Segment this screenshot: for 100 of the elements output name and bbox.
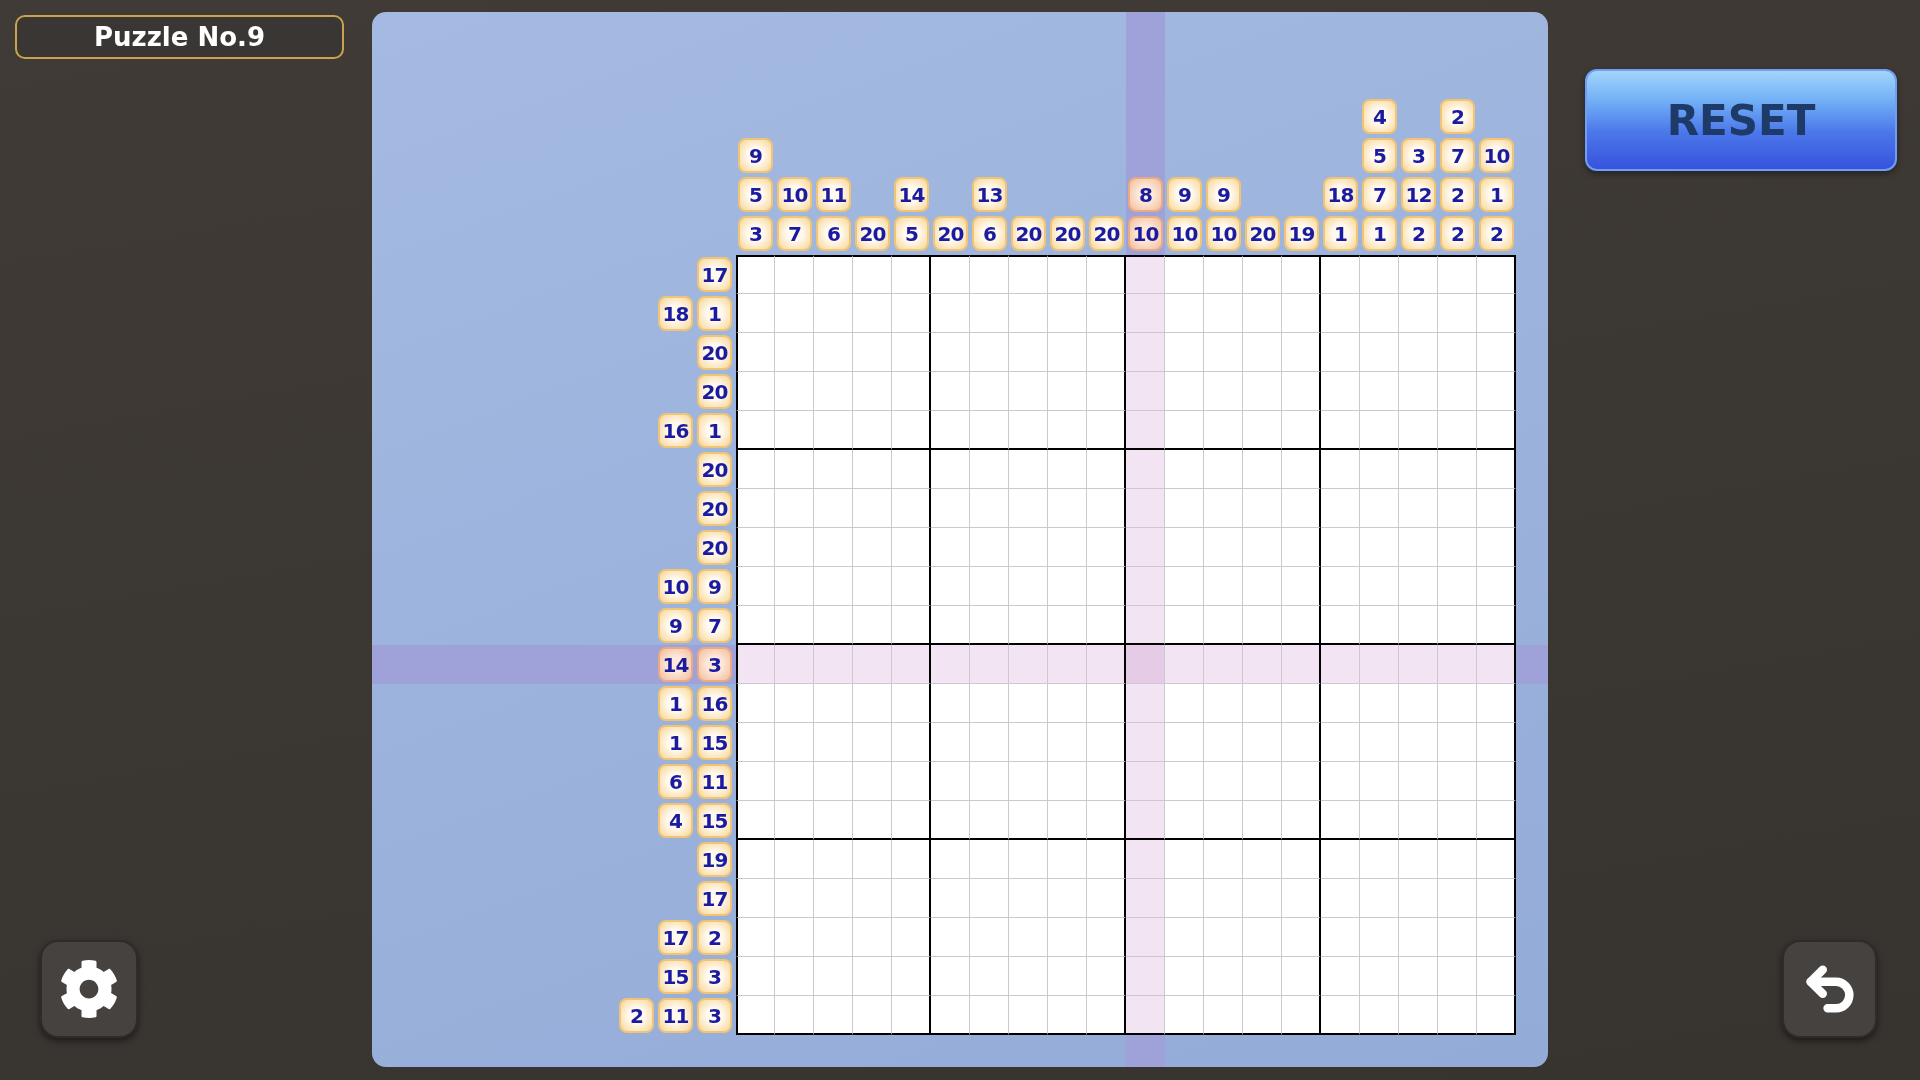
grid-cell[interactable] <box>1282 723 1321 762</box>
reset-button[interactable]: RESET <box>1585 69 1897 171</box>
grid-cell[interactable] <box>1282 918 1321 957</box>
grid-cell[interactable] <box>1477 840 1516 879</box>
grid-cell[interactable] <box>1087 801 1126 840</box>
grid-cell[interactable] <box>1087 489 1126 528</box>
grid-cell[interactable] <box>1048 255 1087 294</box>
grid-cell[interactable] <box>1477 567 1516 606</box>
grid-cell[interactable] <box>1282 801 1321 840</box>
grid-cell[interactable] <box>1477 606 1516 645</box>
grid-cell[interactable] <box>1282 255 1321 294</box>
grid-cell[interactable] <box>1087 645 1126 684</box>
grid-cell[interactable] <box>1477 645 1516 684</box>
grid-cell[interactable] <box>1477 333 1516 372</box>
grid-cell[interactable] <box>1477 255 1516 294</box>
grid-cell[interactable] <box>1360 255 1399 294</box>
grid-cell[interactable] <box>1282 606 1321 645</box>
grid-cell[interactable] <box>775 255 814 294</box>
grid-cell[interactable] <box>1282 528 1321 567</box>
grid-cell[interactable] <box>892 996 931 1035</box>
grid-cell[interactable] <box>892 528 931 567</box>
grid-cell[interactable] <box>1126 255 1165 294</box>
grid-cell[interactable] <box>1087 372 1126 411</box>
grid-cell[interactable] <box>1087 840 1126 879</box>
undo-button[interactable] <box>1782 940 1877 1038</box>
grid-cell[interactable] <box>1477 294 1516 333</box>
grid-cell[interactable] <box>892 762 931 801</box>
grid-cell[interactable] <box>1282 411 1321 450</box>
grid-cell[interactable] <box>1282 996 1321 1035</box>
grid-cell[interactable] <box>1087 996 1126 1035</box>
grid-cell[interactable] <box>892 255 931 294</box>
grid-cell[interactable] <box>1477 996 1516 1035</box>
grid-cell[interactable] <box>1477 528 1516 567</box>
grid-cell[interactable] <box>892 450 931 489</box>
grid-cell[interactable] <box>1087 333 1126 372</box>
grid-cell[interactable] <box>1087 879 1126 918</box>
grid-cell[interactable] <box>1165 255 1204 294</box>
grid-cell[interactable] <box>1282 333 1321 372</box>
grid-cell[interactable] <box>892 918 931 957</box>
grid-cell[interactable] <box>1438 255 1477 294</box>
grid-cell[interactable] <box>1087 606 1126 645</box>
grid-cell[interactable] <box>1087 684 1126 723</box>
grid-cell[interactable] <box>1087 567 1126 606</box>
grid-cell[interactable] <box>1087 957 1126 996</box>
grid-cell[interactable] <box>1087 918 1126 957</box>
grid-cell[interactable] <box>892 567 931 606</box>
grid-cell[interactable] <box>1477 879 1516 918</box>
grid-cell[interactable] <box>1282 450 1321 489</box>
grid-cell[interactable] <box>892 411 931 450</box>
grid-cell[interactable] <box>892 645 931 684</box>
grid-cell[interactable] <box>892 840 931 879</box>
grid-cell[interactable] <box>1477 450 1516 489</box>
grid-cell[interactable] <box>1009 255 1048 294</box>
grid-cell[interactable] <box>1087 255 1126 294</box>
grid-cell[interactable] <box>736 255 775 294</box>
grid-cell[interactable] <box>931 255 970 294</box>
grid-cell[interactable] <box>1282 840 1321 879</box>
settings-button[interactable] <box>40 940 138 1038</box>
grid-cell[interactable] <box>970 255 1009 294</box>
grid-cell[interactable] <box>892 606 931 645</box>
grid-cell[interactable] <box>1477 372 1516 411</box>
grid-cell[interactable] <box>1282 567 1321 606</box>
grid-cell[interactable] <box>1282 645 1321 684</box>
grid-cell[interactable] <box>1477 801 1516 840</box>
grid-cell[interactable] <box>1477 684 1516 723</box>
grid-cell[interactable] <box>1477 918 1516 957</box>
grid-cell[interactable] <box>1477 957 1516 996</box>
grid-cell[interactable] <box>892 879 931 918</box>
grid-cell[interactable] <box>892 372 931 411</box>
grid-cell[interactable] <box>1087 528 1126 567</box>
grid-cell[interactable] <box>1087 762 1126 801</box>
grid-cell[interactable] <box>1282 294 1321 333</box>
grid-cell[interactable] <box>892 801 931 840</box>
grid-cell[interactable] <box>1477 723 1516 762</box>
grid-cell[interactable] <box>1321 255 1360 294</box>
column-clue: 13 <box>972 177 1007 212</box>
grid-cell[interactable] <box>892 489 931 528</box>
grid-cell[interactable] <box>892 723 931 762</box>
grid-cell[interactable] <box>1282 957 1321 996</box>
grid-cell[interactable] <box>1282 372 1321 411</box>
grid-cell[interactable] <box>814 255 853 294</box>
grid-cell[interactable] <box>1204 255 1243 294</box>
grid-cell[interactable] <box>853 255 892 294</box>
grid-cell[interactable] <box>1282 879 1321 918</box>
grid-cell[interactable] <box>1282 684 1321 723</box>
grid-cell[interactable] <box>1087 411 1126 450</box>
grid-cell[interactable] <box>1282 762 1321 801</box>
grid-cell[interactable] <box>892 333 931 372</box>
grid-cell[interactable] <box>1087 450 1126 489</box>
grid-cell[interactable] <box>1087 294 1126 333</box>
grid-cell[interactable] <box>1477 489 1516 528</box>
grid-cell[interactable] <box>1399 255 1438 294</box>
grid-cell[interactable] <box>1282 489 1321 528</box>
grid-cell[interactable] <box>892 957 931 996</box>
grid-cell[interactable] <box>1243 255 1282 294</box>
grid-cell[interactable] <box>892 294 931 333</box>
grid-cell[interactable] <box>892 684 931 723</box>
grid-cell[interactable] <box>1087 723 1126 762</box>
grid-cell[interactable] <box>1477 411 1516 450</box>
grid-cell[interactable] <box>1477 762 1516 801</box>
